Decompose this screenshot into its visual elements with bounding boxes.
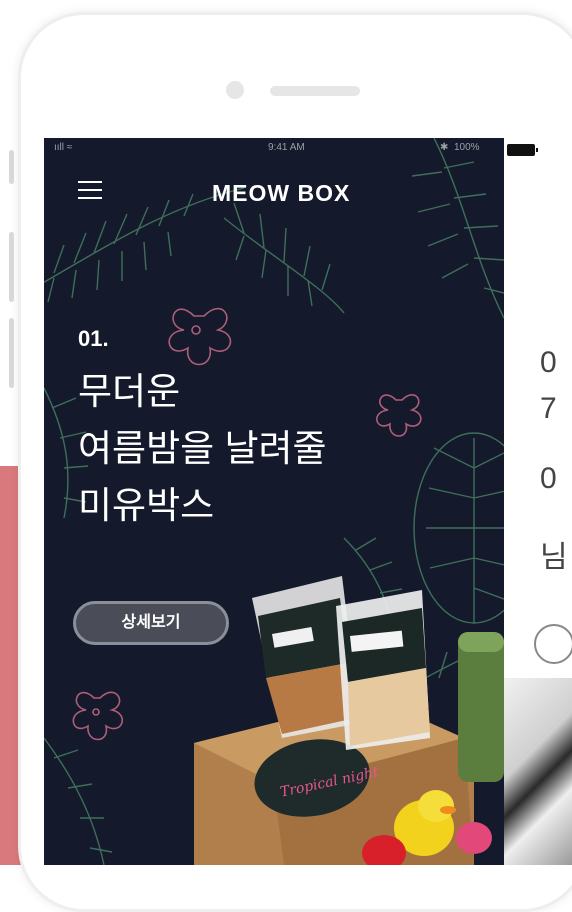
- side-button-mute: [9, 150, 14, 184]
- peek-text: 0: [540, 346, 557, 379]
- hamburger-menu-icon[interactable]: [78, 181, 102, 199]
- battery-percent: 100%: [454, 142, 480, 153]
- phone-screen: Tropical night MEOW BOX 01. 무더운 여름밤을 날려줄: [44, 138, 572, 865]
- brand-logo[interactable]: MEOW BOX: [212, 180, 350, 207]
- peek-text: 7: [540, 392, 557, 425]
- hero-title-line: 여름밤을 날려줄: [78, 428, 327, 469]
- slide-number: 01.: [78, 326, 109, 351]
- hero-title-line: 미유박스: [78, 485, 215, 526]
- side-button-volume-up: [9, 232, 14, 302]
- battery-icon: [507, 144, 538, 156]
- view-details-button[interactable]: 상세보기: [73, 601, 229, 645]
- peek-product-photo: [504, 678, 572, 865]
- hero-title: 무더운 여름밤을 날려줄 미유박스: [78, 363, 327, 534]
- signal-indicator: ııll ≈: [54, 142, 73, 153]
- earpiece-speaker: [270, 86, 360, 96]
- peek-button-outline[interactable]: [534, 624, 572, 664]
- status-bar: ııll ≈ 9:41 AM ✱ 100%: [44, 138, 572, 158]
- hero-title-line: 무더운: [78, 371, 181, 412]
- side-button-volume-down: [9, 318, 14, 388]
- front-camera: [226, 81, 244, 99]
- hero-slide[interactable]: Tropical night MEOW BOX 01. 무더운 여름밤을 날려줄: [44, 138, 504, 865]
- peek-text: 0: [540, 462, 557, 495]
- next-slide-peek[interactable]: 0 7 0 님: [504, 138, 572, 865]
- bluetooth-icon: ✱: [440, 142, 449, 153]
- peek-text: 님: [540, 541, 568, 574]
- status-time: 9:41 AM: [268, 142, 305, 153]
